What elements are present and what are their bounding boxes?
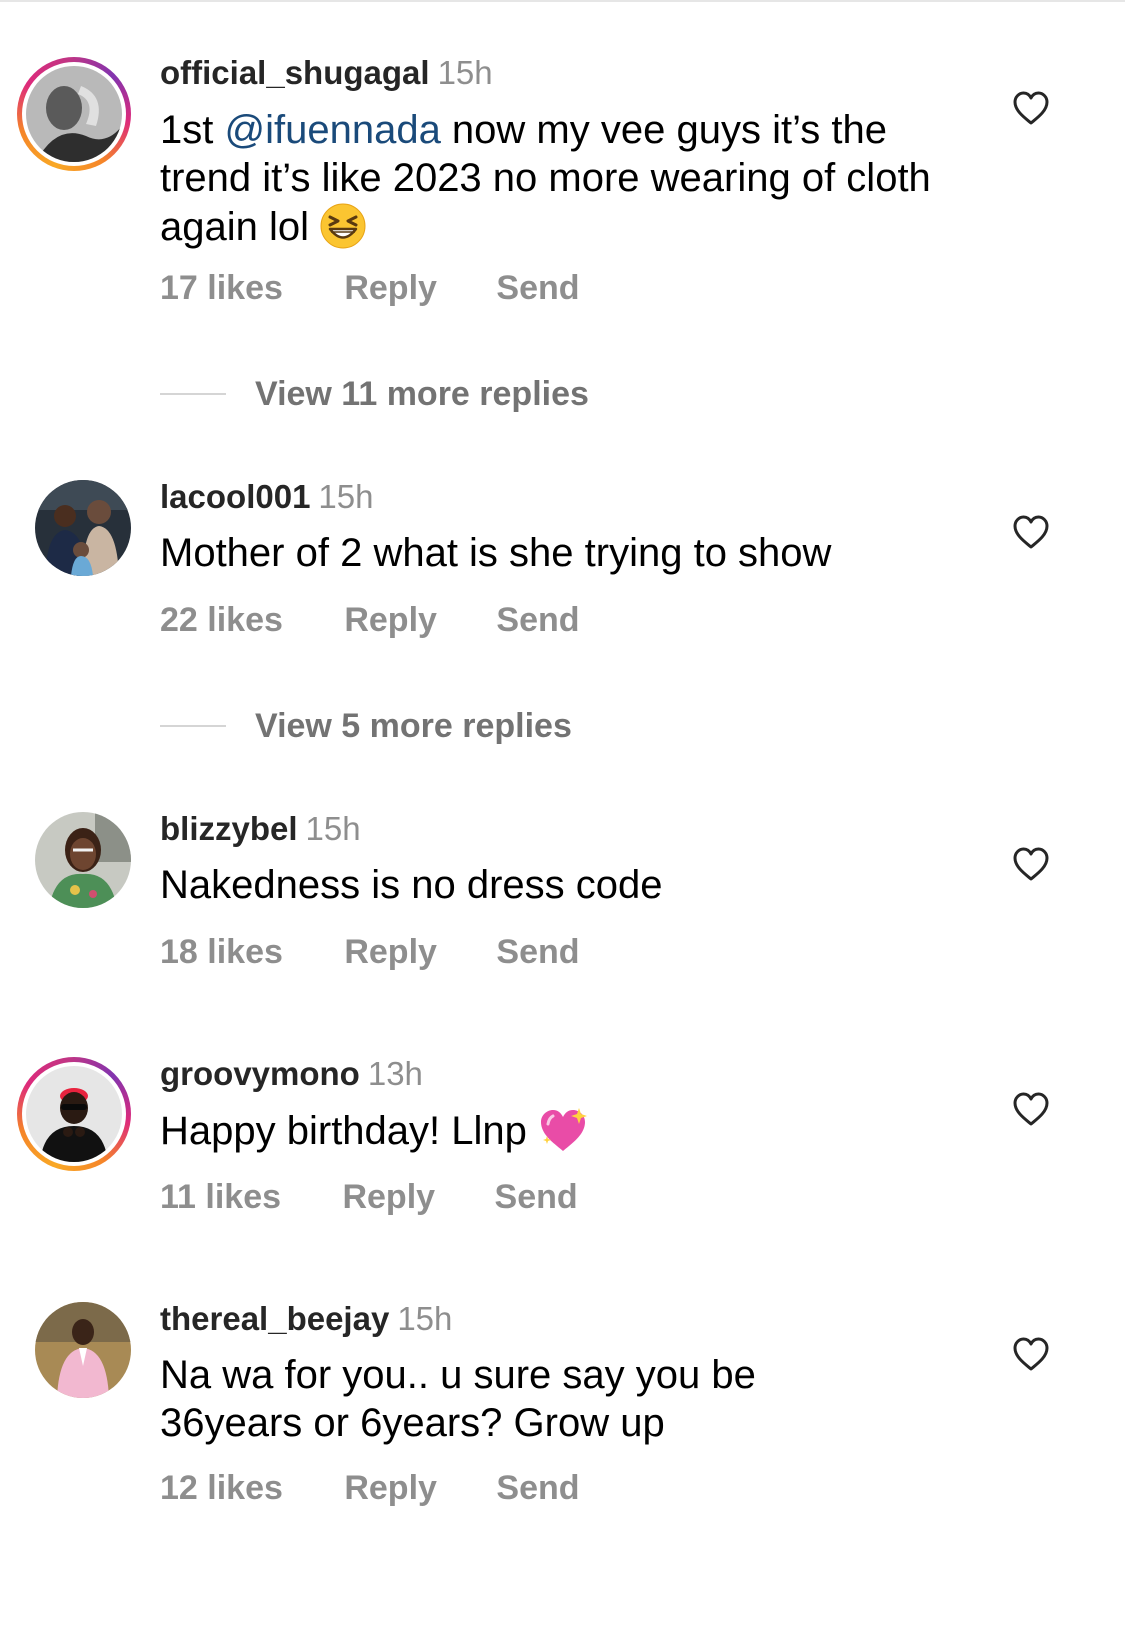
send-button[interactable]: Send xyxy=(496,932,579,972)
username[interactable]: groovymono xyxy=(160,1055,360,1092)
grinning-squinting-face-emoji xyxy=(319,202,367,250)
comment-header: official_shugagal 15h xyxy=(160,53,493,93)
timestamp: 15h xyxy=(305,810,361,847)
comment-text: Na wa for you.. u sure say you be 36year… xyxy=(160,1353,756,1445)
view-more-replies-button[interactable]: View 11 more replies xyxy=(160,374,589,414)
comment-header: blizzybel 15h xyxy=(160,809,361,849)
comment-actions: 11 likes Reply Send xyxy=(160,1177,578,1217)
avatar xyxy=(26,66,122,162)
timestamp: 13h xyxy=(367,1055,423,1092)
thread-line xyxy=(160,393,226,395)
avatar-story-ring[interactable] xyxy=(17,57,131,171)
comment-header: thereal_beejay 15h xyxy=(160,1299,452,1339)
send-button[interactable]: Send xyxy=(495,1177,578,1217)
reply-button[interactable]: Reply xyxy=(344,268,437,308)
comment-header: lacool001 15h xyxy=(160,477,373,517)
comment-actions: 17 likes Reply Send xyxy=(160,268,580,308)
heart-outline-icon[interactable] xyxy=(1012,1091,1050,1127)
heart-outline-icon[interactable] xyxy=(1012,514,1050,550)
avatar-story-ring[interactable] xyxy=(17,1057,131,1171)
send-button[interactable]: Send xyxy=(496,1468,579,1508)
comment-header: groovymono 13h xyxy=(160,1054,423,1094)
thread-line xyxy=(160,725,226,727)
timestamp: 15h xyxy=(318,478,374,515)
reply-button[interactable]: Reply xyxy=(344,932,437,972)
username[interactable]: blizzybel xyxy=(160,810,298,847)
username[interactable]: official_shugagal xyxy=(160,54,430,91)
comment-text: Mother of 2 what is she trying to show xyxy=(160,531,832,575)
avatar[interactable] xyxy=(35,812,131,908)
send-button[interactable]: Send xyxy=(496,268,579,308)
timestamp: 15h xyxy=(437,54,493,91)
comment-text-part: Happy birthday! Llnp xyxy=(160,1109,527,1153)
comment-actions: 12 likes Reply Send xyxy=(160,1468,580,1508)
comment-text: 1st @ifuennada now my vee guys it’s the … xyxy=(160,106,960,251)
avatar[interactable] xyxy=(35,1302,131,1398)
comment-actions: 22 likes Reply Send xyxy=(160,600,580,640)
avatar xyxy=(26,1066,122,1162)
likes-count[interactable]: 11 likes xyxy=(160,1177,281,1217)
username[interactable]: lacool001 xyxy=(160,478,310,515)
comment-text: Happy birthday! Llnp xyxy=(160,1106,960,1155)
reply-button[interactable]: Reply xyxy=(344,600,437,640)
heart-outline-icon[interactable] xyxy=(1012,1336,1050,1372)
mention-link[interactable]: @ifuennada xyxy=(224,108,440,152)
avatar[interactable] xyxy=(35,480,131,576)
top-divider xyxy=(0,0,1125,2)
timestamp: 15h xyxy=(397,1300,453,1337)
heart-outline-icon[interactable] xyxy=(1012,90,1050,126)
comment-text-part: 1st xyxy=(160,108,225,152)
likes-count[interactable]: 18 likes xyxy=(160,932,283,972)
view-more-replies-label: View 11 more replies xyxy=(255,374,589,413)
sparkling-heart-emoji xyxy=(537,1106,587,1154)
reply-button[interactable]: Reply xyxy=(344,1468,437,1508)
likes-count[interactable]: 17 likes xyxy=(160,268,283,308)
likes-count[interactable]: 12 likes xyxy=(160,1468,283,1508)
comment-actions: 18 likes Reply Send xyxy=(160,932,580,972)
reply-button[interactable]: Reply xyxy=(342,1177,435,1217)
comment-text: Nakedness is no dress code xyxy=(160,863,663,907)
username[interactable]: thereal_beejay xyxy=(160,1300,389,1337)
send-button[interactable]: Send xyxy=(496,600,579,640)
heart-outline-icon[interactable] xyxy=(1012,846,1050,882)
view-more-replies-label: View 5 more replies xyxy=(255,706,572,745)
likes-count[interactable]: 22 likes xyxy=(160,600,283,640)
view-more-replies-button[interactable]: View 5 more replies xyxy=(160,706,572,746)
